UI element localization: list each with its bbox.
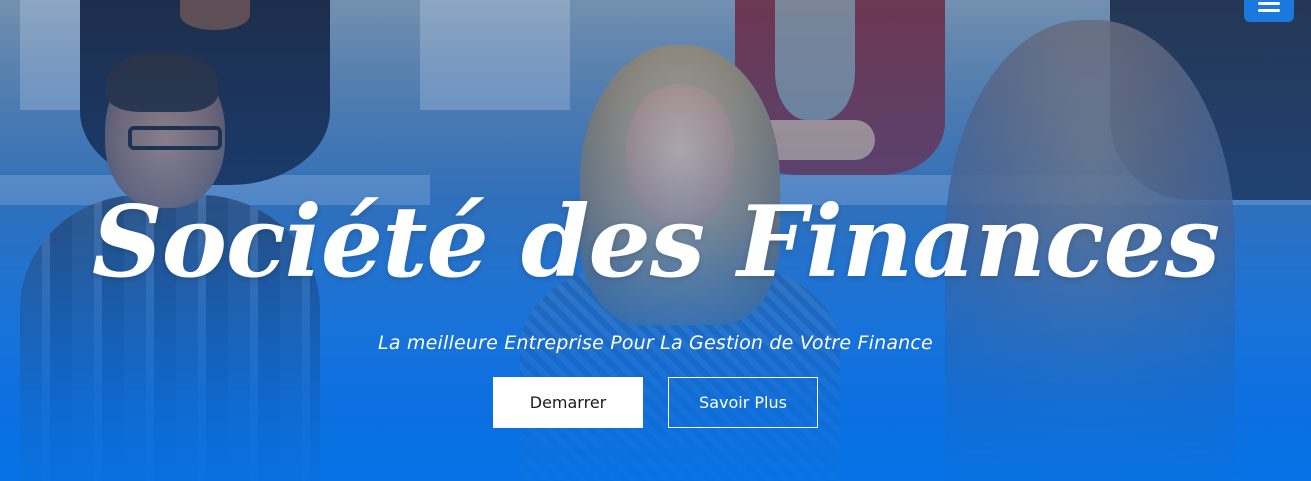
hamburger-menu-icon — [1258, 2, 1280, 5]
hamburger-menu-icon-bar — [1258, 9, 1280, 12]
menu-toggle-button[interactable] — [1244, 0, 1294, 22]
hero-title: Société des Finances — [91, 185, 1220, 300]
hero-subtitle: La meilleure Entreprise Pour La Gestion … — [378, 332, 933, 354]
learn-more-button[interactable]: Savoir Plus — [668, 377, 818, 428]
hero-content: Société des Finances La meilleure Entrep… — [0, 178, 1311, 428]
hero-buttons: Demarrer Savoir Plus — [0, 377, 1311, 428]
start-button[interactable]: Demarrer — [493, 377, 643, 428]
hero-section: Société des Finances La meilleure Entrep… — [0, 0, 1311, 481]
